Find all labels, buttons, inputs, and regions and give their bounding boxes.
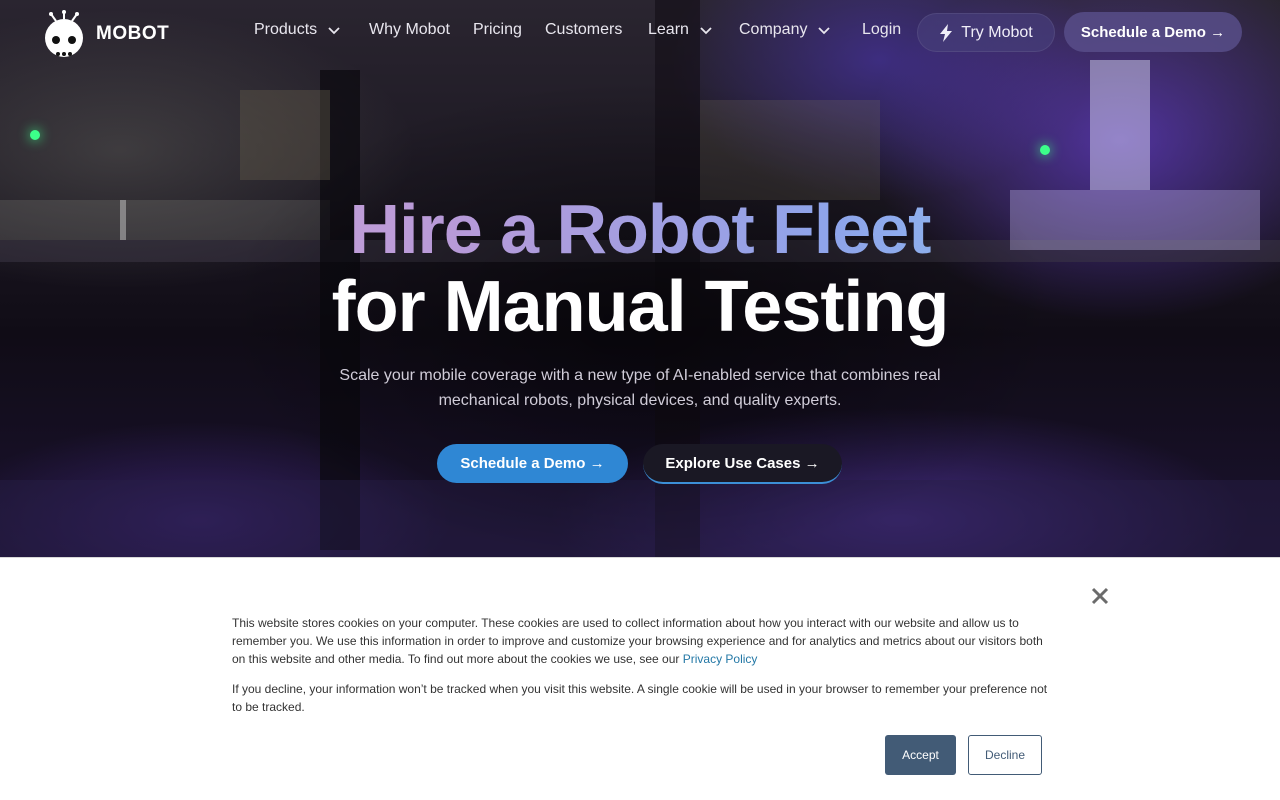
hero-title-line2: for Manual Testing	[331, 267, 950, 347]
cookie-banner: This website stores cookies on your comp…	[0, 557, 1280, 800]
decline-button[interactable]: Decline	[968, 735, 1042, 775]
hero-subtitle: Scale your mobile coverage with a new ty…	[339, 367, 941, 409]
nav-products-label: Products	[254, 21, 318, 38]
cookie-text-body: This website stores cookies on your comp…	[232, 616, 1043, 666]
nav-pricing-label: Pricing	[473, 21, 522, 38]
nav-learn-label: Learn	[648, 21, 689, 38]
nav-customers[interactable]: Customers	[545, 21, 622, 39]
accept-button[interactable]: Accept	[885, 735, 956, 775]
chevron-down-icon	[328, 27, 340, 35]
schedule-demo-nav-button[interactable]: Schedule a Demo →	[1064, 12, 1242, 52]
chevron-down-icon	[700, 27, 712, 35]
nav-why-mobot[interactable]: Why Mobot	[369, 21, 450, 39]
nav-company-label: Company	[739, 21, 808, 38]
robot-logo-icon	[38, 10, 90, 58]
cookie-text-secondary: If you decline, your information won’t b…	[232, 682, 1048, 714]
hero-title-line1: Hire a Robot Fleet	[0, 190, 1280, 268]
nav-login-label: Login	[862, 21, 902, 38]
chevron-down-icon	[818, 27, 831, 35]
lightning-icon	[940, 23, 953, 42]
nav-learn[interactable]: Learn	[648, 21, 713, 39]
nav-why-label: Why Mobot	[369, 21, 450, 38]
nav-customers-label: Customers	[545, 21, 623, 38]
top-nav: MOBOT Products Why Mobot Pricing Custome…	[0, 0, 1280, 66]
privacy-policy-link[interactable]: Privacy Policy	[683, 652, 758, 666]
schedule-demo-button[interactable]: Schedule a Demo →	[437, 444, 628, 483]
close-icon[interactable]	[1088, 584, 1112, 608]
nav-company[interactable]: Company	[739, 21, 831, 39]
try-mobot-label: Try Mobot	[961, 23, 1033, 41]
hero-headline: Hire a Robot Fleet for Manual Testing	[0, 190, 1280, 346]
try-mobot-button[interactable]: Try Mobot	[917, 13, 1055, 52]
nav-pricing[interactable]: Pricing	[473, 21, 522, 39]
cookie-text-primary: This website stores cookies on your comp…	[232, 614, 1052, 668]
explore-use-cases-button[interactable]: Explore Use Cases →	[643, 444, 842, 484]
nav-products[interactable]: Products	[254, 21, 341, 39]
brand-name: MOBOT	[96, 23, 170, 44]
nav-login[interactable]: Login	[862, 21, 901, 39]
brand-logo[interactable]: MOBOT	[38, 10, 169, 58]
